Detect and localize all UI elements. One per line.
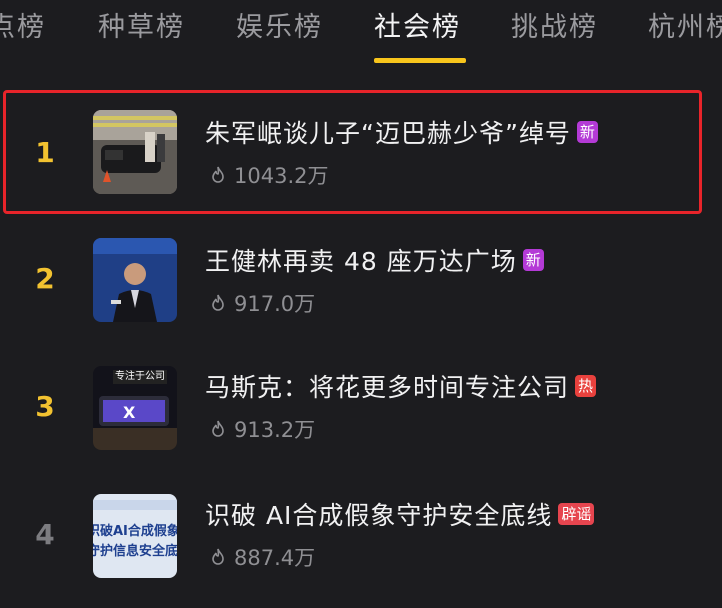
rank-number: 3 — [35, 390, 55, 423]
tab-local[interactable]: 点榜 — [0, 8, 46, 48]
ranking-tab-bar: 点榜 种草榜 娱乐榜 社会榜 挑战榜 杭州榜 — [0, 0, 722, 66]
tab-hangzhou[interactable]: 杭州榜 — [648, 8, 722, 48]
thumbnail-text-line1: 识破AI合成假象 — [93, 524, 177, 539]
item-title[interactable]: 王健林再卖 48 座万达广场新 — [205, 242, 544, 278]
list-item[interactable]: 3 X 专注于公司 马斯克：将花更多时间专注公司热 913.2万 — [0, 344, 722, 470]
tab-challenge[interactable]: 挑战榜 — [511, 8, 598, 48]
item-title-text: 马斯克：将花更多时间专注公司 — [205, 373, 570, 402]
thumbnail-text-line2: 守护信息安全底线 — [93, 544, 177, 559]
thumbnail[interactable]: 识破AI合成假象 守护信息安全底线 — [93, 494, 177, 578]
hot-badge: 热 — [575, 375, 597, 397]
highlight-box — [3, 90, 702, 214]
item-title[interactable]: 识破 AI合成假象守护安全底线 辟谣 — [205, 496, 595, 532]
item-title-text: 识破 AI合成假象守护安全底线 — [205, 501, 553, 530]
thumbnail-caption: 专注于公司 — [113, 370, 167, 384]
list-item[interactable]: 2 王健林再卖 48 座万达广场新 917.0万 — [0, 216, 722, 342]
tab-entertainment[interactable]: 娱乐榜 — [236, 8, 323, 48]
heat-text: 917.0万 — [234, 292, 316, 316]
heat-value: 913.2万 — [210, 414, 315, 444]
flame-icon — [212, 420, 224, 437]
tab-recommend[interactable]: 种草榜 — [98, 8, 185, 48]
thumbnail-header — [93, 500, 177, 510]
thumbnail[interactable]: X 专注于公司 — [93, 366, 177, 450]
svg-text:X: X — [123, 403, 136, 422]
item-title[interactable]: 马斯克：将花更多时间专注公司热 — [205, 368, 597, 404]
item-title-text: 王健林再卖 48 座万达广场 — [205, 247, 517, 276]
heat-text: 887.4万 — [234, 546, 316, 570]
heat-value: 887.4万 — [210, 542, 315, 572]
flame-icon — [212, 294, 224, 311]
rumor-badge: 辟谣 — [558, 503, 595, 525]
rank-number: 4 — [35, 518, 55, 551]
list-item[interactable]: 4 识破AI合成假象 守护信息安全底线 识破 AI合成假象守护安全底线辟谣 88… — [0, 472, 722, 598]
heat-text: 913.2万 — [234, 418, 316, 442]
thumbnail[interactable] — [93, 238, 177, 322]
heat-value: 917.0万 — [210, 288, 315, 318]
flame-icon — [212, 548, 224, 565]
active-tab-indicator — [374, 58, 466, 63]
tab-society[interactable]: 社会榜 — [374, 8, 461, 48]
new-badge: 新 — [522, 249, 544, 271]
rank-number: 2 — [35, 262, 55, 295]
